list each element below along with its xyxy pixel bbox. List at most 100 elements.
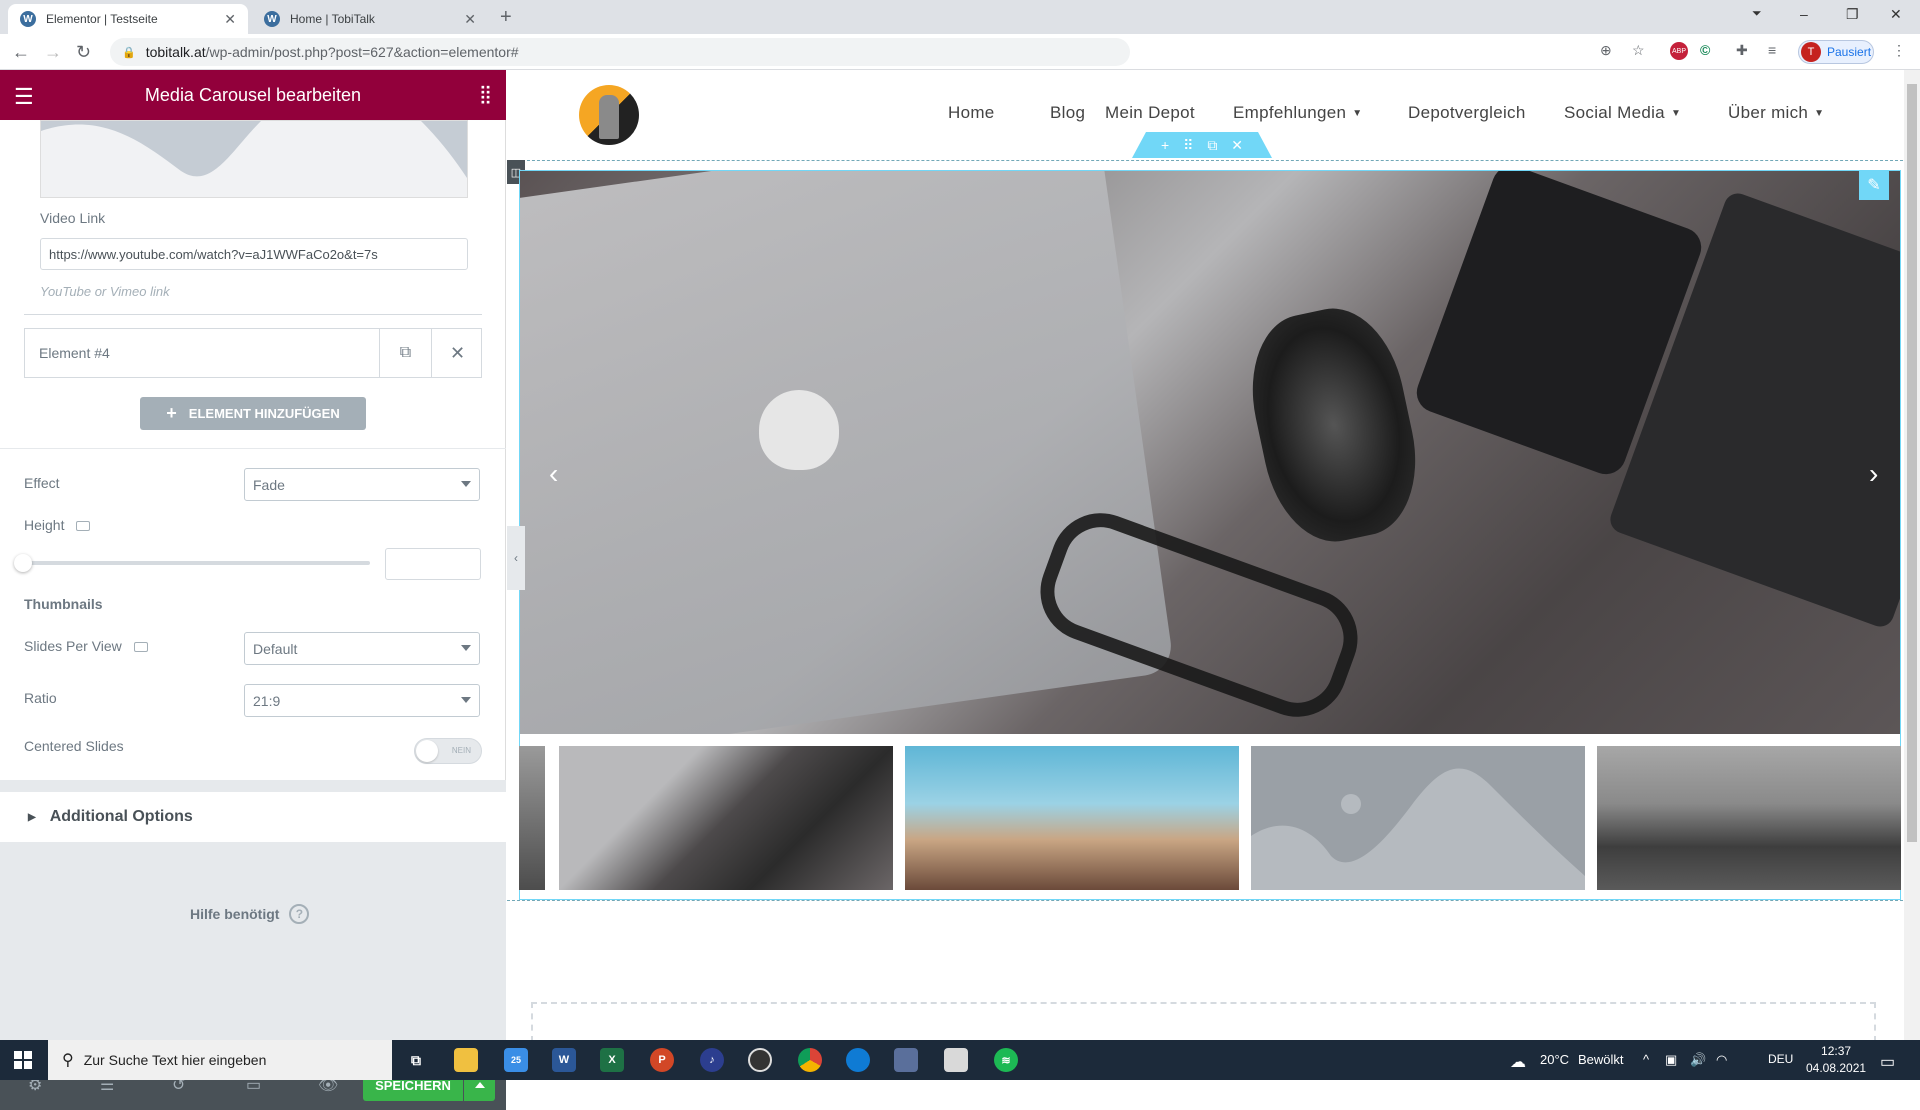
- thumbnail-skyline-partial[interactable]: [519, 746, 545, 890]
- minimize-button[interactable]: –: [1800, 6, 1808, 22]
- nav-depotvergleich[interactable]: Depotvergleich: [1408, 103, 1526, 123]
- height-label: Height: [24, 517, 91, 533]
- hamburger-menu-icon[interactable]: ☰: [14, 84, 34, 110]
- duplicate-section-icon[interactable]: ⧉: [1207, 137, 1217, 154]
- duplicate-icon[interactable]: ⧉: [379, 329, 431, 377]
- close-tab-icon[interactable]: ✕: [464, 11, 476, 28]
- nav-mein-depot[interactable]: Mein Depot: [1105, 103, 1195, 123]
- edge-icon[interactable]: [846, 1048, 870, 1072]
- file-explorer-icon[interactable]: [454, 1048, 478, 1072]
- add-item-button[interactable]: + ELEMENT HINZUFÜGEN: [140, 397, 366, 430]
- zoom-icon[interactable]: ⊕: [1600, 42, 1612, 59]
- url-domain: tobitalk.at: [145, 44, 206, 60]
- spotify-icon[interactable]: ≋: [994, 1048, 1018, 1072]
- site-logo[interactable]: [579, 85, 639, 145]
- nav-social-media[interactable]: Social Media ▼: [1564, 103, 1681, 123]
- obs-icon[interactable]: [748, 1048, 772, 1072]
- nav-empfehlungen[interactable]: Empfehlungen ▼: [1233, 103, 1362, 123]
- height-input[interactable]: [385, 548, 481, 580]
- empty-section-dropzone[interactable]: [531, 1002, 1876, 1042]
- bookmark-star-icon[interactable]: ☆: [1632, 42, 1645, 59]
- repeater-item[interactable]: Element #4 ⧉ ✕: [24, 328, 482, 378]
- slides-per-view-select[interactable]: Default: [244, 632, 480, 665]
- avatar: T: [1801, 42, 1821, 62]
- tab-elementor[interactable]: W Elementor | Testseite ✕: [8, 4, 248, 34]
- audacity-icon[interactable]: ♪: [700, 1048, 724, 1072]
- volume-icon[interactable]: 🔊: [1690, 1052, 1706, 1068]
- wifi-icon[interactable]: ◠: [1716, 1052, 1727, 1068]
- desktop-device-icon[interactable]: [76, 521, 91, 532]
- excel-icon[interactable]: X: [600, 1048, 624, 1072]
- media-queue-icon[interactable]: ≡: [1768, 42, 1776, 58]
- address-bar[interactable]: 🔒 tobitalk.at /wp-admin/post.php?post=62…: [110, 38, 1130, 66]
- notifications-icon[interactable]: ▭: [1880, 1052, 1895, 1072]
- additional-options-section[interactable]: ▶ Additional Options: [0, 792, 506, 842]
- preview-scrollbar[interactable]: [1904, 70, 1920, 1040]
- image-placeholder[interactable]: [40, 120, 468, 198]
- thumbnail-skyline[interactable]: [1597, 746, 1901, 890]
- app-icon[interactable]: [894, 1048, 918, 1072]
- thumbnail-placeholder[interactable]: [1251, 746, 1585, 890]
- height-slider-handle[interactable]: [14, 554, 32, 572]
- weather-temperature[interactable]: 20°C: [1540, 1052, 1569, 1067]
- windows-start-icon[interactable]: [14, 1051, 32, 1069]
- chrome-menu-icon[interactable]: ⋮: [1892, 42, 1906, 59]
- grammarly-extension-icon[interactable]: ©: [1700, 42, 1710, 58]
- media-control-icon[interactable]: ⏷: [1752, 6, 1762, 21]
- effect-select[interactable]: Fade: [244, 468, 480, 501]
- task-view-icon[interactable]: ⧉: [404, 1048, 428, 1072]
- widgets-grid-icon[interactable]: ⣿: [479, 84, 492, 105]
- panel-footer-area: [0, 842, 506, 1060]
- toggle-state: NEIN: [451, 746, 471, 755]
- height-slider[interactable]: [24, 561, 370, 565]
- reload-icon[interactable]: ↻: [76, 42, 91, 63]
- thumbnail-laptop-flatlay[interactable]: [559, 746, 893, 890]
- centered-slides-toggle[interactable]: NEIN: [414, 738, 482, 764]
- section-toolbar: + ⠿ ⧉ ✕: [1132, 132, 1272, 158]
- remove-icon[interactable]: ✕: [431, 329, 483, 377]
- panel-title: Media Carousel bearbeiten: [144, 84, 362, 105]
- weather-description[interactable]: Bewölkt: [1578, 1052, 1624, 1067]
- close-window-button[interactable]: ✕: [1890, 6, 1902, 23]
- language-indicator[interactable]: DEU: [1768, 1052, 1793, 1066]
- tab-home-tobitalk[interactable]: W Home | TobiTalk ✕: [252, 4, 488, 34]
- notepad-icon[interactable]: [944, 1048, 968, 1072]
- system-clock[interactable]: 12:37 04.08.2021: [1806, 1043, 1866, 1077]
- centered-slides-label: Centered Slides: [24, 738, 124, 754]
- back-icon[interactable]: ←: [12, 42, 30, 63]
- nav-home[interactable]: Home: [948, 103, 995, 123]
- adblock-extension-icon[interactable]: ABP: [1670, 42, 1688, 60]
- forward-icon[interactable]: →: [44, 42, 62, 63]
- ratio-select[interactable]: 21:9: [244, 684, 480, 717]
- help-link[interactable]: Hilfe benötigt ?: [190, 904, 310, 924]
- nav-blog[interactable]: Blog: [1050, 103, 1085, 123]
- section-outline: [507, 900, 1903, 901]
- edit-widget-pencil-icon[interactable]: ✎: [1859, 170, 1889, 200]
- word-icon[interactable]: W: [552, 1048, 576, 1072]
- show-hidden-icons[interactable]: ^: [1643, 1052, 1649, 1067]
- caret-down-icon: [461, 645, 471, 651]
- video-link-input[interactable]: https://www.youtube.com/watch?v=aJ1WWFaC…: [40, 238, 468, 270]
- caret-down-icon: [461, 697, 471, 703]
- add-section-icon[interactable]: +: [1161, 137, 1169, 153]
- drag-handle-icon[interactable]: ⠿: [1183, 137, 1193, 154]
- delete-section-icon[interactable]: ✕: [1231, 137, 1243, 154]
- profile-button[interactable]: T Pausiert: [1798, 40, 1874, 64]
- new-tab-button[interactable]: +: [500, 6, 512, 29]
- caret-down-icon: [461, 481, 471, 487]
- effect-label: Effect: [24, 475, 60, 491]
- scrollbar-thumb[interactable]: [1907, 84, 1917, 842]
- extensions-puzzle-icon[interactable]: ✚: [1736, 42, 1748, 59]
- desktop-device-icon[interactable]: [133, 642, 148, 653]
- nav-ueber-mich[interactable]: Über mich ▼: [1728, 103, 1824, 123]
- taskbar-search[interactable]: ⚲ Zur Suche Text hier eingeben: [48, 1040, 392, 1080]
- powerpoint-icon[interactable]: P: [650, 1048, 674, 1072]
- collapse-panel-button[interactable]: ‹: [507, 526, 525, 590]
- mail-icon[interactable]: 25: [504, 1048, 528, 1072]
- thumbnail-library[interactable]: [905, 746, 1239, 890]
- camera-icon[interactable]: ▣: [1665, 1052, 1677, 1068]
- chrome-icon[interactable]: [798, 1048, 822, 1072]
- weather-cloud-icon[interactable]: ☁: [1510, 1052, 1526, 1072]
- restore-button[interactable]: ❐: [1846, 6, 1859, 23]
- close-tab-icon[interactable]: ✕: [224, 11, 236, 28]
